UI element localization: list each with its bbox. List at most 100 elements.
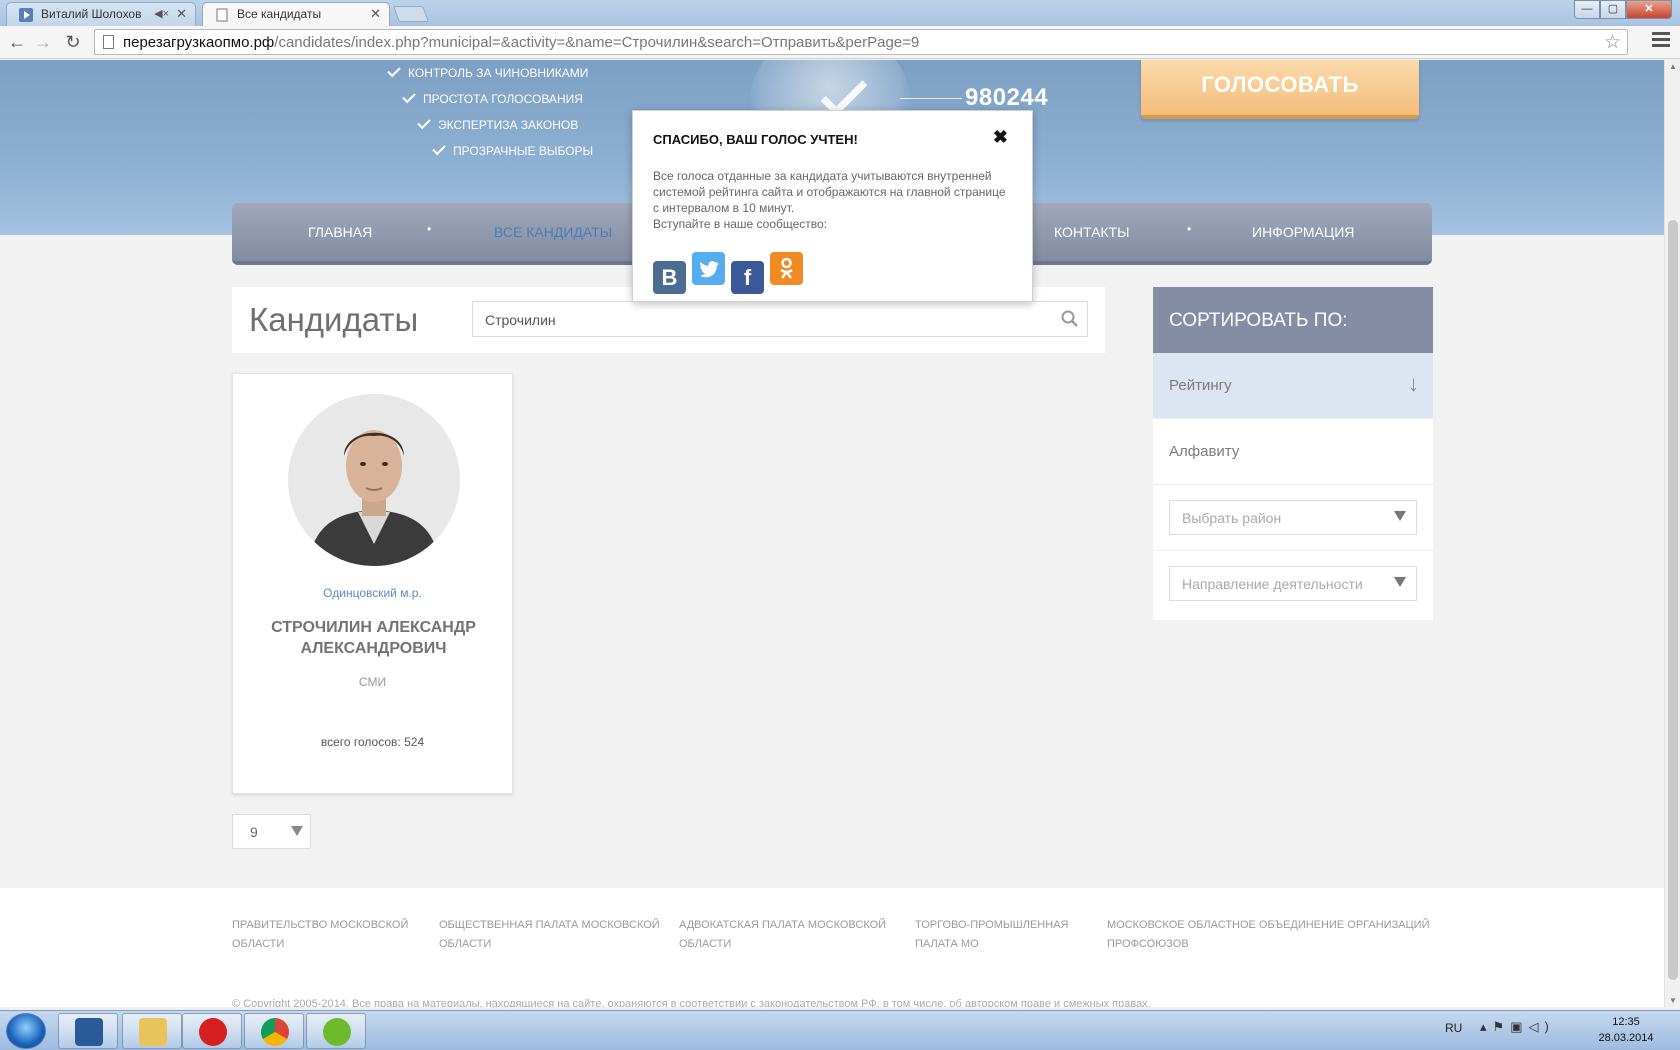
minimize-button[interactable]: —: [1574, 0, 1600, 19]
activity-select[interactable]: Направление деятельности: [1169, 566, 1417, 601]
taskbar-media-player[interactable]: [58, 1013, 118, 1049]
clock-date: 28.03.2014: [1598, 1032, 1654, 1044]
candidate-card[interactable]: Одинцовский м.р. СТРОЧИЛИН АЛЕКСАНДР АЛЕ…: [232, 373, 513, 794]
sort-label: Рейтингу: [1169, 377, 1232, 394]
taskbar-opera[interactable]: [182, 1013, 242, 1049]
back-arrow-icon[interactable]: ←: [6, 31, 28, 53]
nav-contacts[interactable]: КОНТАКТЫ: [1054, 224, 1130, 240]
language-indicator[interactable]: RU: [1445, 1021, 1462, 1035]
select-placeholder: Направление деятельности: [1182, 576, 1363, 592]
counter-line: [900, 98, 962, 99]
copyright-text: © Copyright 2005-2014. Все права на мате…: [232, 998, 1151, 1007]
page-favicon-icon: [216, 8, 228, 22]
chrome-icon: [261, 1018, 289, 1046]
chevron-down-icon: [1394, 577, 1406, 587]
bookmark-star-icon[interactable]: ☆: [1604, 31, 1621, 54]
feature-item: ПРОЗРАЧНЫЕ ВЫБОРЫ: [432, 141, 593, 158]
facebook-icon[interactable]: f: [731, 261, 764, 294]
vote-button[interactable]: ГОЛОСОВАТЬ: [1141, 60, 1419, 119]
page-scrollbar[interactable]: ▲ ▼: [1664, 60, 1680, 1007]
chevron-down-icon: [291, 826, 303, 836]
tab-vitaly-sholokhov[interactable]: Виталий Шолохов ◀× ✕: [6, 2, 196, 26]
tab-close-icon[interactable]: ✕: [176, 6, 187, 22]
footer: ПРАВИТЕЛЬСТВО МОСКОВСКОЙ ОБЛАСТИ ОБЩЕСТВЕ…: [0, 888, 1664, 1007]
footer-link-bar-chamber[interactable]: АДВОКАТСКАЯ ПАЛАТА МОСКОВСКОЙ ОБЛАСТИ: [679, 916, 886, 954]
footer-link-public-chamber[interactable]: ОБЩЕСТВЕННАЯ ПАЛАТА МОСКОВСКОЙ ОБЛАСТИ: [439, 916, 660, 954]
volume-icon[interactable]: ◁): [1528, 1019, 1554, 1034]
candidate-name[interactable]: СТРОЧИЛИН АЛЕКСАНДР АЛЕКСАНДРОВИЧ: [253, 617, 494, 659]
new-tab-button[interactable]: [393, 6, 429, 22]
system-clock[interactable]: 12:35 28.03.2014: [1590, 1014, 1662, 1046]
district-select-wrap: Выбрать район: [1153, 485, 1433, 551]
reload-icon[interactable]: ↻: [62, 31, 84, 53]
check-icon: [402, 89, 416, 104]
search-icon[interactable]: [1061, 310, 1079, 328]
activity-select-wrap: Направление деятельности: [1153, 551, 1433, 617]
chevron-down-icon: [1394, 511, 1406, 521]
district-select[interactable]: Выбрать район: [1169, 500, 1417, 535]
per-page-select[interactable]: 9: [232, 814, 311, 849]
taskbar-utorrent[interactable]: [306, 1013, 366, 1049]
nav-separator: •: [427, 222, 432, 236]
forward-arrow-icon[interactable]: →: [32, 31, 54, 53]
sort-by-alphabet[interactable]: Алфавиту: [1153, 419, 1433, 485]
media-player-icon: [75, 1018, 103, 1046]
show-hidden-icons-icon[interactable]: ▴: [1480, 1019, 1493, 1034]
utorrent-icon: [323, 1018, 351, 1046]
nav-home[interactable]: ГЛАВНАЯ: [308, 224, 372, 240]
social-links: Вf: [653, 252, 809, 294]
nav-information[interactable]: ИНФОРМАЦИЯ: [1252, 224, 1354, 240]
votes-value: 524: [404, 735, 425, 749]
browser-toolbar: ← → ↻ перезагрузкаопмо.рф/candidates/ind…: [0, 26, 1680, 59]
nav-all-candidates[interactable]: ВСЕ КАНДИДАТЫ: [494, 224, 612, 240]
sort-heading: СОРТИРОВАТЬ ПО:: [1153, 287, 1433, 353]
popup-text: Все голоса отданные за кандидата учитыва…: [653, 168, 1013, 232]
flag-icon[interactable]: ⚑: [1493, 1019, 1511, 1034]
check-icon: [417, 115, 431, 130]
close-icon[interactable]: ✖: [993, 127, 1008, 148]
vote-counter: 980244: [965, 84, 1049, 111]
footer-link-trade-unions[interactable]: МОСКОВСКОЕ ОБЛАСТНОЕ ОБЪЕДИНЕНИЕ ОРГАНИЗ…: [1107, 916, 1430, 954]
opera-icon: [199, 1018, 227, 1046]
address-bar[interactable]: перезагрузкаопмо.рф/candidates/index.php…: [94, 29, 1628, 55]
vk-icon[interactable]: В: [653, 261, 686, 294]
candidate-name-line: СТРОЧИЛИН АЛЕКСАНДР: [271, 619, 476, 636]
start-button[interactable]: [6, 1013, 46, 1049]
per-page-value: 9: [250, 824, 258, 840]
footer-link-government[interactable]: ПРАВИТЕЛЬСТВО МОСКОВСКОЙ ОБЛАСТИ: [232, 916, 408, 954]
footer-link-chamber-commerce[interactable]: ТОРГОВО-ПРОМЫШЛЕННАЯ ПАЛАТА МО: [915, 916, 1068, 954]
popup-join-text: Вступайте в наше сообщество:: [653, 217, 828, 231]
scroll-up-icon[interactable]: ▲: [1669, 62, 1677, 71]
clock-time: 12:35: [1612, 1016, 1640, 1028]
speaker-muted-icon[interactable]: ◀×: [154, 7, 169, 20]
candidate-activity: СМИ: [358, 675, 387, 689]
close-window-button[interactable]: ✕: [1626, 0, 1672, 19]
video-favicon-icon: [19, 8, 33, 22]
tray-icons[interactable]: ▴⚑▣◁): [1480, 1019, 1555, 1035]
taskbar-explorer[interactable]: [122, 1013, 182, 1049]
twitter-icon[interactable]: [692, 252, 725, 285]
feature-item: ПРОСТОТА ГОЛОСОВАНИЯ: [402, 89, 583, 106]
browser-tab-bar: Виталий Шолохов ◀× ✕ Все кандидаты ✕ — ▢…: [0, 0, 1680, 26]
sort-panel: СОРТИРОВАТЬ ПО: Рейтингу ↓ Алфавиту Выбр…: [1153, 287, 1433, 620]
odnoklassniki-icon[interactable]: [770, 252, 803, 285]
maximize-button[interactable]: ▢: [1600, 0, 1626, 19]
candidate-photo[interactable]: [288, 394, 460, 566]
feature-item: ЭКСПЕРТИЗА ЗАКОНОВ: [417, 115, 578, 132]
vote-confirmation-popup: СПАСИБО, ВАШ ГОЛОС УЧТЕН! ✖ Все голоса о…: [632, 110, 1033, 302]
arrow-down-icon: ↓: [1408, 371, 1419, 396]
scroll-thumb[interactable]: [1668, 220, 1678, 980]
taskbar-chrome[interactable]: [244, 1013, 304, 1049]
browser-menu-icon[interactable]: [1652, 32, 1670, 52]
page-title: Кандидаты: [249, 301, 419, 338]
search-input[interactable]: Строчилин: [472, 301, 1088, 337]
page-viewport: КОНТРОЛЬ ЗА ЧИНОВНИКАМИ ПРОСТОТА ГОЛОСОВ…: [0, 60, 1664, 1007]
tab-all-candidates[interactable]: Все кандидаты ✕: [202, 2, 390, 26]
votes-label: всего голосов:: [320, 735, 401, 749]
scroll-down-icon[interactable]: ▼: [1669, 996, 1677, 1005]
network-icon[interactable]: ▣: [1510, 1019, 1528, 1034]
sort-by-rating[interactable]: Рейтингу ↓: [1153, 353, 1433, 419]
check-icon: [432, 141, 446, 156]
tab-close-icon[interactable]: ✕: [370, 6, 381, 22]
candidate-district[interactable]: Одинцовский м.р.: [233, 586, 512, 600]
